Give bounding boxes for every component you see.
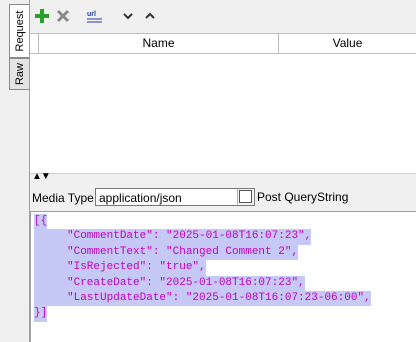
move-up-button[interactable]	[140, 6, 160, 26]
post-querystring-label[interactable]: Post QueryString	[257, 190, 348, 204]
media-type-value: application/json	[99, 191, 182, 205]
tab-raw[interactable]: Raw	[9, 58, 29, 90]
code-line: [{	[34, 214, 48, 230]
code-line: "CommentDate": "2025-01-08T16:07:23",	[34, 229, 312, 245]
request-body-editor[interactable]: [{ "CommentDate": "2025-01-08T16:07:23",…	[30, 211, 416, 342]
plus-icon	[35, 9, 49, 23]
splitter-arrows-icon: ▲▼	[32, 171, 51, 182]
svg-text:url: url	[87, 11, 96, 18]
grid-header: Name Value	[30, 34, 416, 54]
chevron-up-icon	[145, 12, 155, 19]
delete-param-button[interactable]	[53, 6, 73, 26]
code-line: "CommentText": "Changed Comment 2",	[34, 244, 299, 261]
media-type-row: Media Type application/json ▼ Post Query…	[30, 184, 416, 211]
code-line: "LastUpdateDate": "2025-01-08T16:07:23-0…	[34, 291, 371, 307]
url-encode-button[interactable]: url	[85, 6, 105, 26]
params-grid[interactable]: Name Value	[30, 33, 416, 173]
move-down-button[interactable]	[118, 6, 138, 26]
tab-raw-label: Raw	[13, 62, 26, 86]
tab-request-label: Request	[13, 10, 26, 52]
url-encode-icon: url	[87, 11, 102, 23]
column-header-name[interactable]: Name	[39, 34, 279, 53]
chevron-down-icon	[123, 13, 133, 20]
request-toolbar: url	[30, 0, 416, 33]
tab-request[interactable]: Request	[9, 4, 29, 58]
post-querystring-checkbox[interactable]	[239, 190, 252, 203]
code-line: "CreateDate": "2025-01-08T16:07:23",	[34, 275, 305, 292]
media-type-label: Media Type	[32, 191, 94, 205]
add-param-button[interactable]	[32, 6, 52, 26]
pane-splitter[interactable]: ▲▼	[30, 171, 416, 184]
code-line: }]	[34, 306, 48, 322]
row-header-spacer	[30, 34, 39, 53]
column-header-value[interactable]: Value	[279, 34, 416, 53]
x-icon	[56, 9, 70, 23]
code-line: "IsRejected": "true",	[34, 260, 206, 276]
media-type-select[interactable]: application/json ▼	[95, 188, 255, 206]
side-tab-strip: Request Raw	[0, 0, 30, 342]
json-body[interactable]: [{ "CommentDate": "2025-01-08T16:07:23",…	[34, 214, 371, 322]
